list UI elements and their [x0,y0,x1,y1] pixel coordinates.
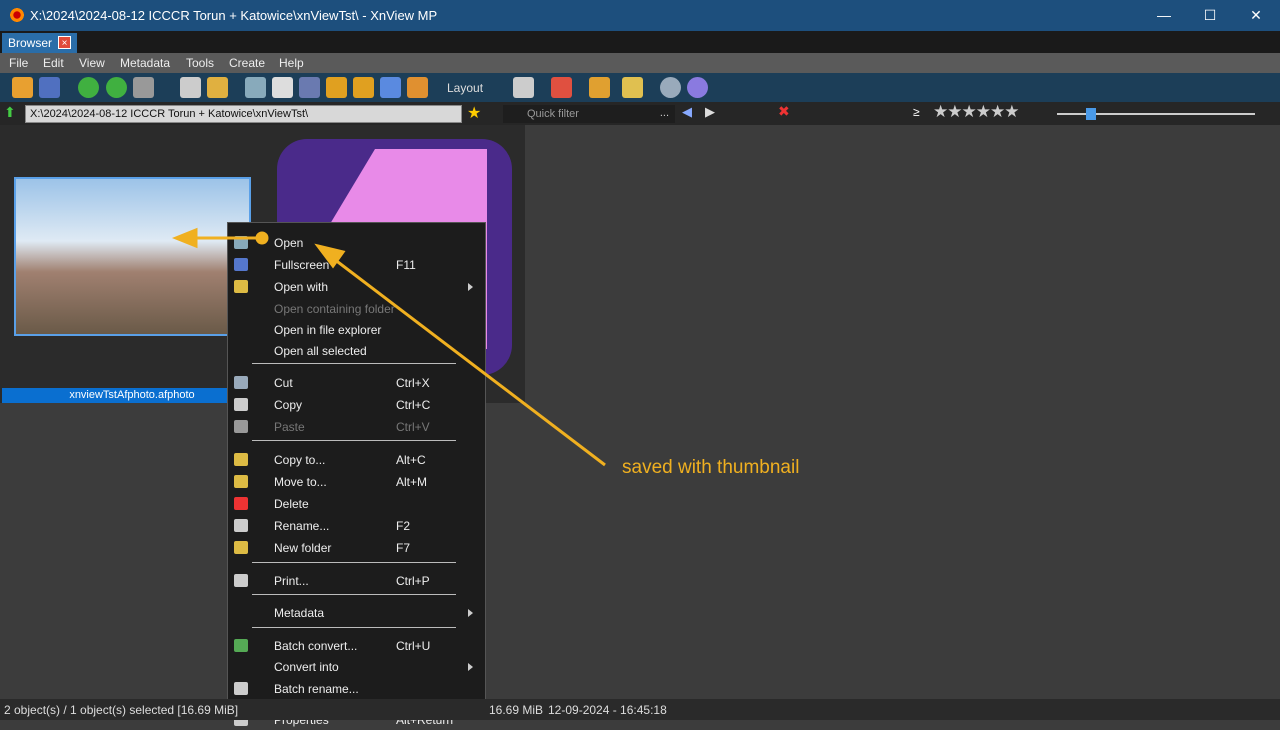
arrowhead [171,227,198,249]
annotation-arrows [171,227,606,467]
arrow-dot [255,231,269,245]
status-date: 12-09-2024 - 16:45:18 [548,703,667,717]
arrow-line [329,254,606,467]
status-bar: 2 object(s) / 1 object(s) selected [16.6… [0,699,1280,720]
status-size: 16.69 MiB [489,703,544,717]
annotation-text: saved with thumbnail [622,457,800,478]
status-objects: 2 object(s) / 1 object(s) selected [16.6… [4,703,239,717]
